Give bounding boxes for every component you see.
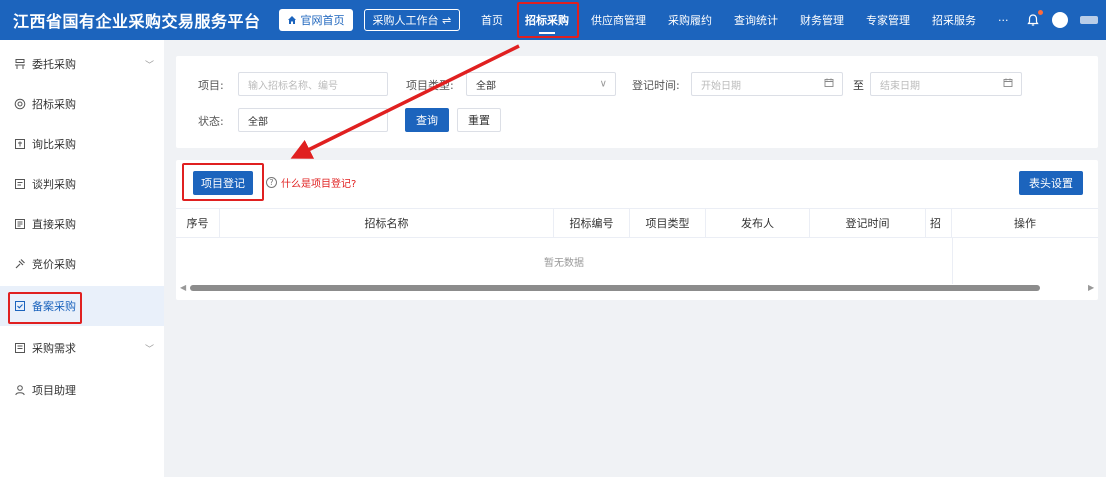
sidebar-item-negotiation[interactable]: 谈判采购 xyxy=(0,164,164,204)
sidebar-item-bidding[interactable]: 竞价采购 xyxy=(0,244,164,284)
user-name-blurred[interactable] xyxy=(1080,16,1098,24)
nav-highlight-box xyxy=(517,2,579,38)
notification-dot xyxy=(1038,10,1043,15)
status-label: 状态: xyxy=(198,115,224,128)
project-type-label: 项目类型: xyxy=(406,79,454,92)
bidding-icon xyxy=(14,258,26,270)
sidebar-item-assistant[interactable]: 项目助理 xyxy=(0,370,164,410)
sidebar-item-label: 项目助理 xyxy=(32,384,76,397)
nav-expert[interactable]: 专家管理 xyxy=(855,0,921,40)
search-panel xyxy=(176,56,1098,148)
project-search-placeholder: 输入招标名称、编号 xyxy=(248,80,338,92)
sidebar-item-label: 委托采购 xyxy=(32,58,76,71)
nav-supplier[interactable]: 供应商管理 xyxy=(580,0,657,40)
sidebar-item-label: 谈判采购 xyxy=(32,178,76,191)
question-icon: ? xyxy=(266,177,277,188)
status-select[interactable]: 全部 xyxy=(238,108,388,132)
chevron-down-icon: ∨ xyxy=(599,78,607,90)
sidebar-item-demand[interactable]: 采购需求 ﹀ xyxy=(0,328,164,368)
fixed-column-divider xyxy=(952,238,953,284)
column-header-register-time: 登记时间 xyxy=(810,209,926,237)
chevron-down-icon: ﹀ xyxy=(144,60,154,71)
sidebar-item-direct[interactable]: 直接采购 xyxy=(0,204,164,244)
sidebar-item-label: 竞价采购 xyxy=(32,258,76,271)
avatar[interactable] xyxy=(1052,12,1068,28)
scroll-left-icon[interactable]: ◀ xyxy=(180,283,186,292)
sidebar: 委托采购 ﹀ 招标采购 询比采购 谈判采购 直接采购 竞价采购 备案采购 采购需… xyxy=(0,40,164,477)
column-header-code: 招标编号 xyxy=(554,209,630,237)
scroll-right-icon[interactable]: ▶ xyxy=(1088,283,1094,292)
status-value: 全部 xyxy=(248,116,268,128)
top-right-tools xyxy=(1026,0,1098,40)
end-date-input[interactable]: 结束日期 xyxy=(870,72,1022,96)
tender-icon xyxy=(14,98,26,110)
calendar-icon xyxy=(1003,78,1013,91)
chevron-down-icon: ﹀ xyxy=(144,344,154,355)
delegate-icon xyxy=(14,58,26,70)
nav-more[interactable]: ··· xyxy=(987,0,1020,40)
bell-icon[interactable] xyxy=(1026,10,1043,27)
inquiry-icon xyxy=(14,138,26,150)
register-time-label: 登记时间: xyxy=(632,79,680,92)
project-search-input[interactable]: 输入招标名称、编号 xyxy=(238,72,388,96)
register-help-link[interactable]: ? 什么是项目登记? xyxy=(266,175,356,190)
reset-button[interactable]: 重置 xyxy=(457,108,501,132)
sidebar-item-label: 采购需求 xyxy=(32,342,76,355)
nav-finance[interactable]: 财务管理 xyxy=(789,0,855,40)
nav-statistics[interactable]: 查询统计 xyxy=(723,0,789,40)
column-header-actions: 操作 xyxy=(1014,217,1036,230)
column-header-name: 招标名称 xyxy=(220,209,554,237)
assistant-icon xyxy=(14,384,26,396)
platform-title: 江西省国有企业采购交易服务平台 xyxy=(13,12,261,31)
sidebar-item-label: 询比采购 xyxy=(32,138,76,151)
sidebar-item-delegate[interactable]: 委托采购 ﹀ xyxy=(0,44,164,84)
query-button[interactable]: 查询 xyxy=(405,108,449,132)
workbench-label: 采购人工作台 ⇌ xyxy=(372,14,452,27)
official-home-button[interactable]: 官网首页 xyxy=(278,9,353,31)
table-header: 序号 招标名称 招标编号 项目类型 发布人 登记时间 招 操作 xyxy=(176,208,1098,238)
calendar-icon xyxy=(824,78,834,91)
sidebar-highlight-box xyxy=(8,292,82,324)
sidebar-item-inquiry[interactable]: 询比采购 xyxy=(0,124,164,164)
sidebar-item-label: 直接采购 xyxy=(32,218,76,231)
nav-service[interactable]: 招采服务 xyxy=(921,0,987,40)
negotiation-icon xyxy=(14,178,26,190)
column-header-index: 序号 xyxy=(176,209,220,237)
end-date-placeholder: 结束日期 xyxy=(880,80,920,92)
direct-icon xyxy=(14,218,26,230)
start-date-placeholder: 开始日期 xyxy=(701,80,741,92)
sidebar-item-tender[interactable]: 招标采购 xyxy=(0,84,164,124)
horizontal-scrollbar[interactable] xyxy=(190,285,1040,291)
header-settings-button[interactable]: 表头设置 xyxy=(1019,171,1083,195)
workbench-switch-button[interactable]: 采购人工作台 ⇌ xyxy=(363,9,461,31)
project-type-select[interactable]: 全部 ∨ xyxy=(466,72,616,96)
column-header-type: 项目类型 xyxy=(630,209,706,237)
official-home-label: 官网首页 xyxy=(300,14,345,27)
project-label: 项目: xyxy=(198,79,224,92)
start-date-input[interactable]: 开始日期 xyxy=(691,72,843,96)
demand-icon xyxy=(14,342,26,354)
date-separator: 至 xyxy=(853,79,864,92)
column-header-truncated: 招 xyxy=(926,209,952,237)
nav-home[interactable]: 首页 xyxy=(470,0,514,40)
column-header-publisher: 发布人 xyxy=(706,209,810,237)
register-help-label: 什么是项目登记? xyxy=(281,179,357,190)
sidebar-item-label: 招标采购 xyxy=(32,98,76,111)
project-type-value: 全部 xyxy=(476,80,496,92)
nav-performance[interactable]: 采购履约 xyxy=(657,0,723,40)
register-highlight-box xyxy=(182,163,264,201)
empty-state-text: 暂无数据 xyxy=(544,257,584,269)
home-icon xyxy=(287,16,296,24)
